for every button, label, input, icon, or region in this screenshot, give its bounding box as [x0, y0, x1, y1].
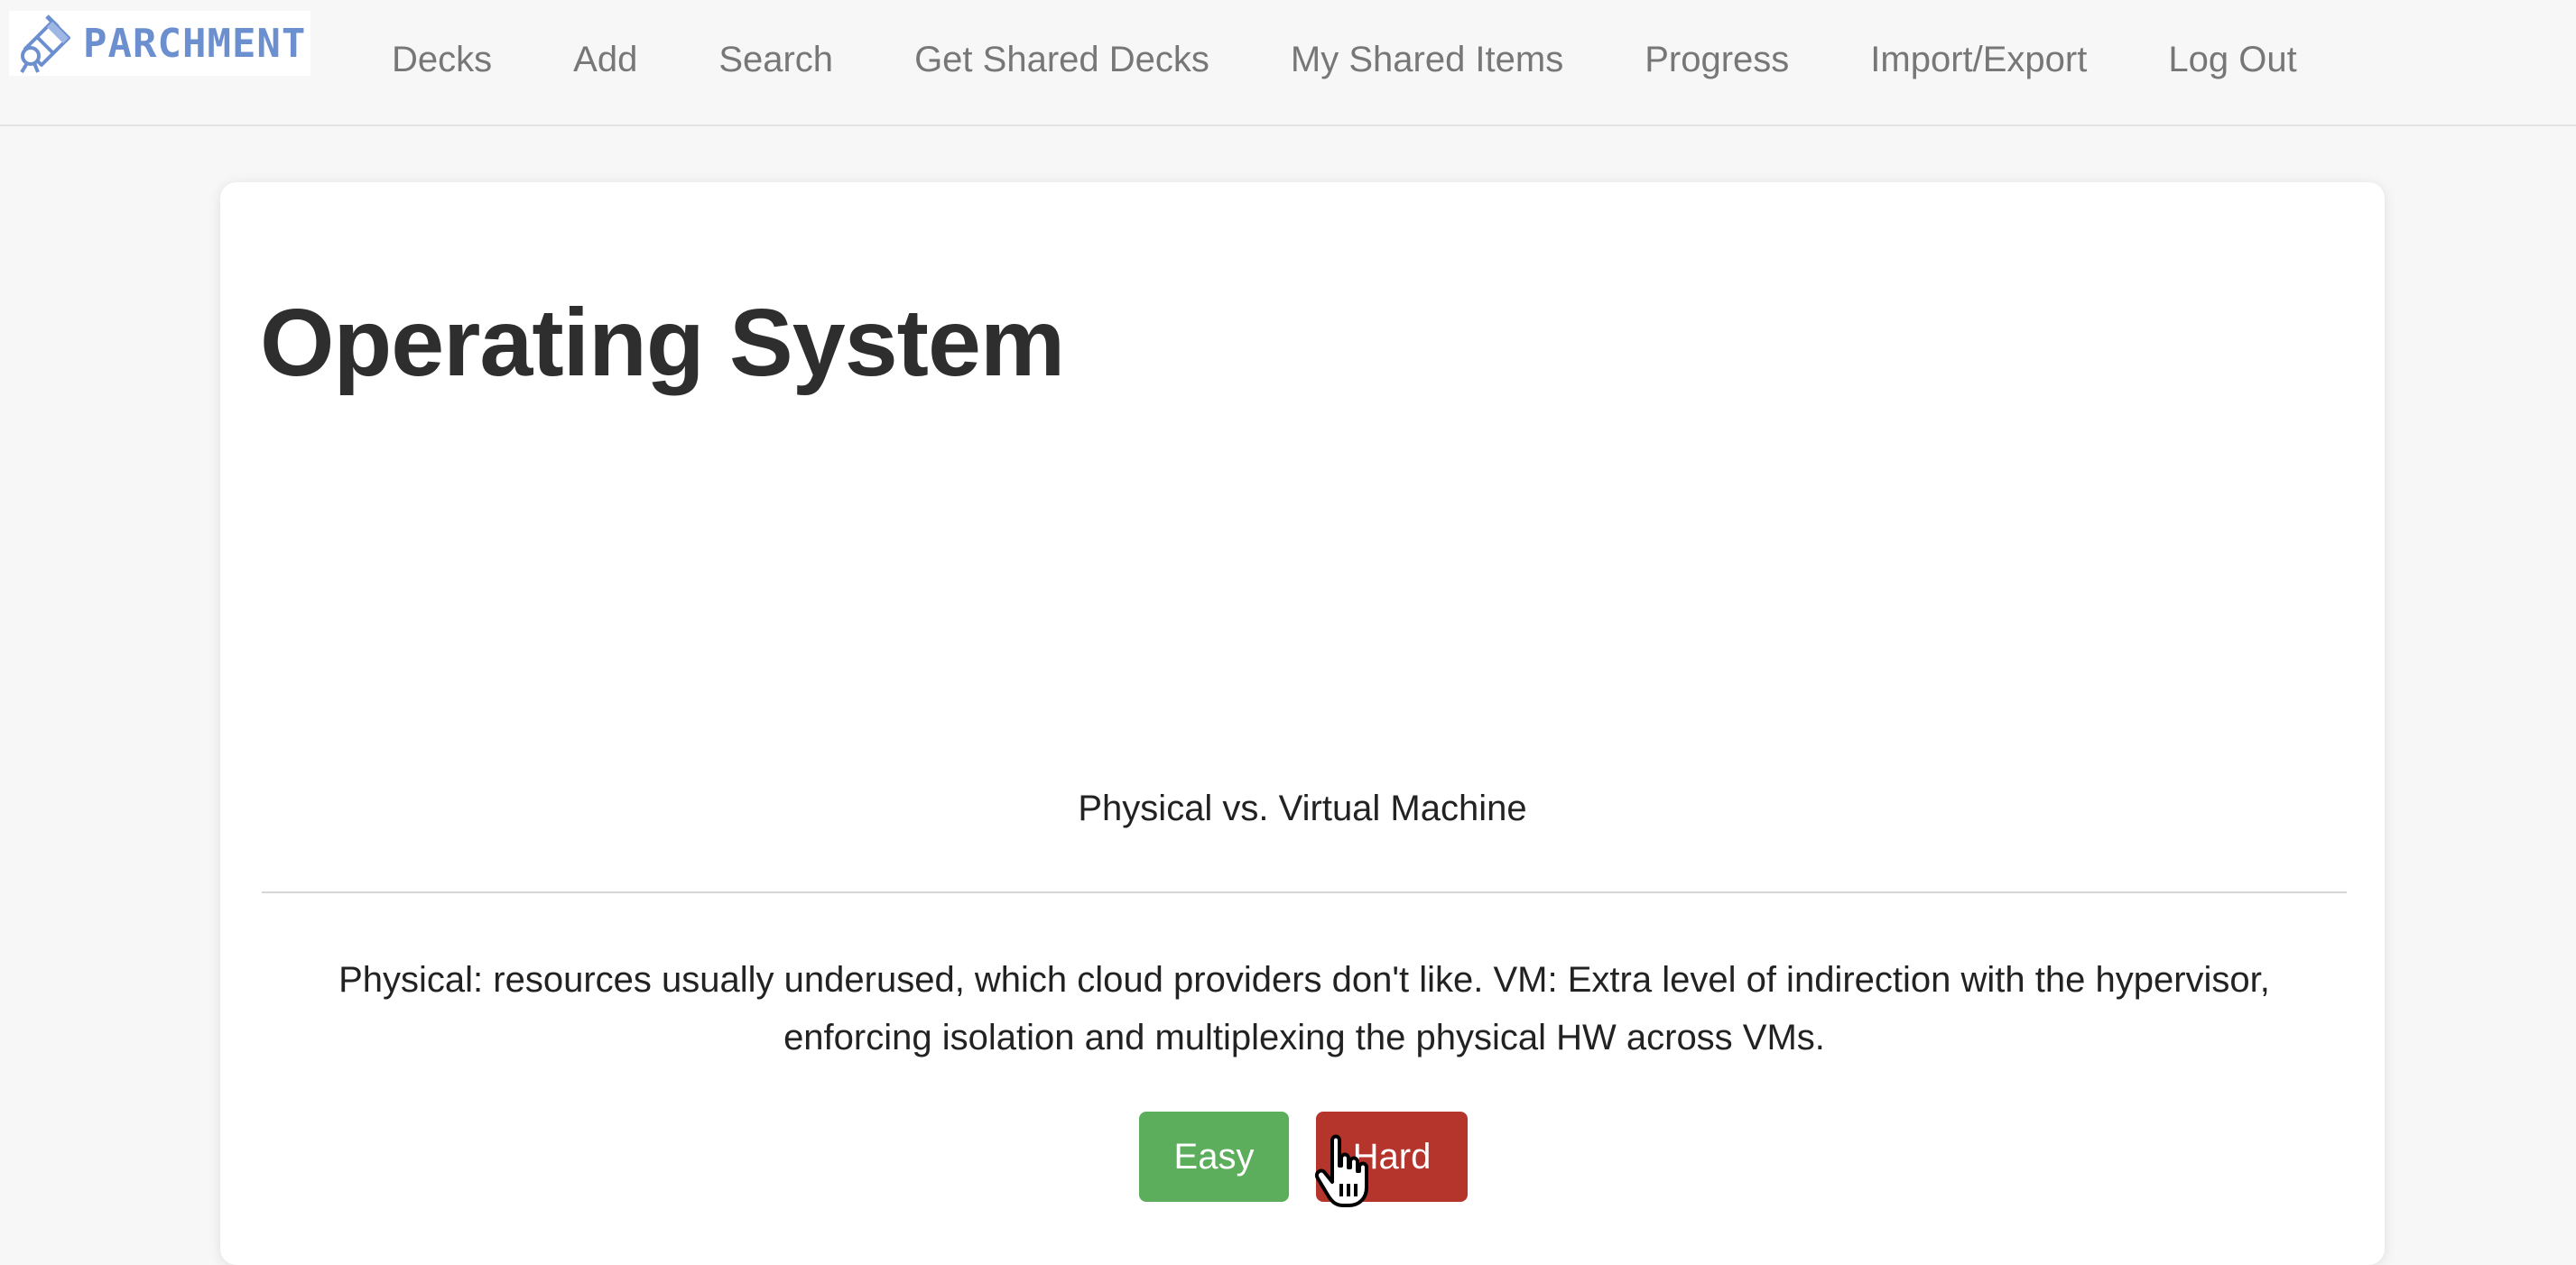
- nav-item-decks[interactable]: Decks: [392, 40, 492, 80]
- card-question: Physical vs. Virtual Machine: [1078, 789, 1527, 828]
- scroll-logo-icon: [13, 9, 81, 78]
- nav-item-get-shared-decks[interactable]: Get Shared Decks: [914, 40, 1209, 80]
- nav-item-log-out[interactable]: Log Out: [2168, 40, 2296, 80]
- card-divider: [262, 891, 2347, 893]
- flashcard: Operating System Physical vs. Virtual Ma…: [220, 182, 2385, 1265]
- nav-item-progress[interactable]: Progress: [1645, 40, 1789, 80]
- brand-logo[interactable]: PARCHMENT: [9, 11, 310, 76]
- hard-button[interactable]: Hard: [1316, 1112, 1468, 1202]
- nav-item-search[interactable]: Search: [718, 40, 833, 80]
- nav-item-add[interactable]: Add: [573, 40, 637, 80]
- easy-button[interactable]: Easy: [1139, 1112, 1289, 1202]
- brand-name: PARCHMENT: [83, 20, 307, 67]
- top-navbar: PARCHMENT Decks Add Search Get Shared De…: [0, 0, 2576, 126]
- nav-item-my-shared-items[interactable]: My Shared Items: [1291, 40, 1563, 80]
- card-answer: Physical: resources usually underused, w…: [338, 960, 2270, 1057]
- nav-menu: Decks Add Search Get Shared Decks My Sha…: [392, 32, 2297, 87]
- deck-title: Operating System: [260, 290, 1065, 396]
- nav-item-import-export[interactable]: Import/Export: [1870, 40, 2087, 80]
